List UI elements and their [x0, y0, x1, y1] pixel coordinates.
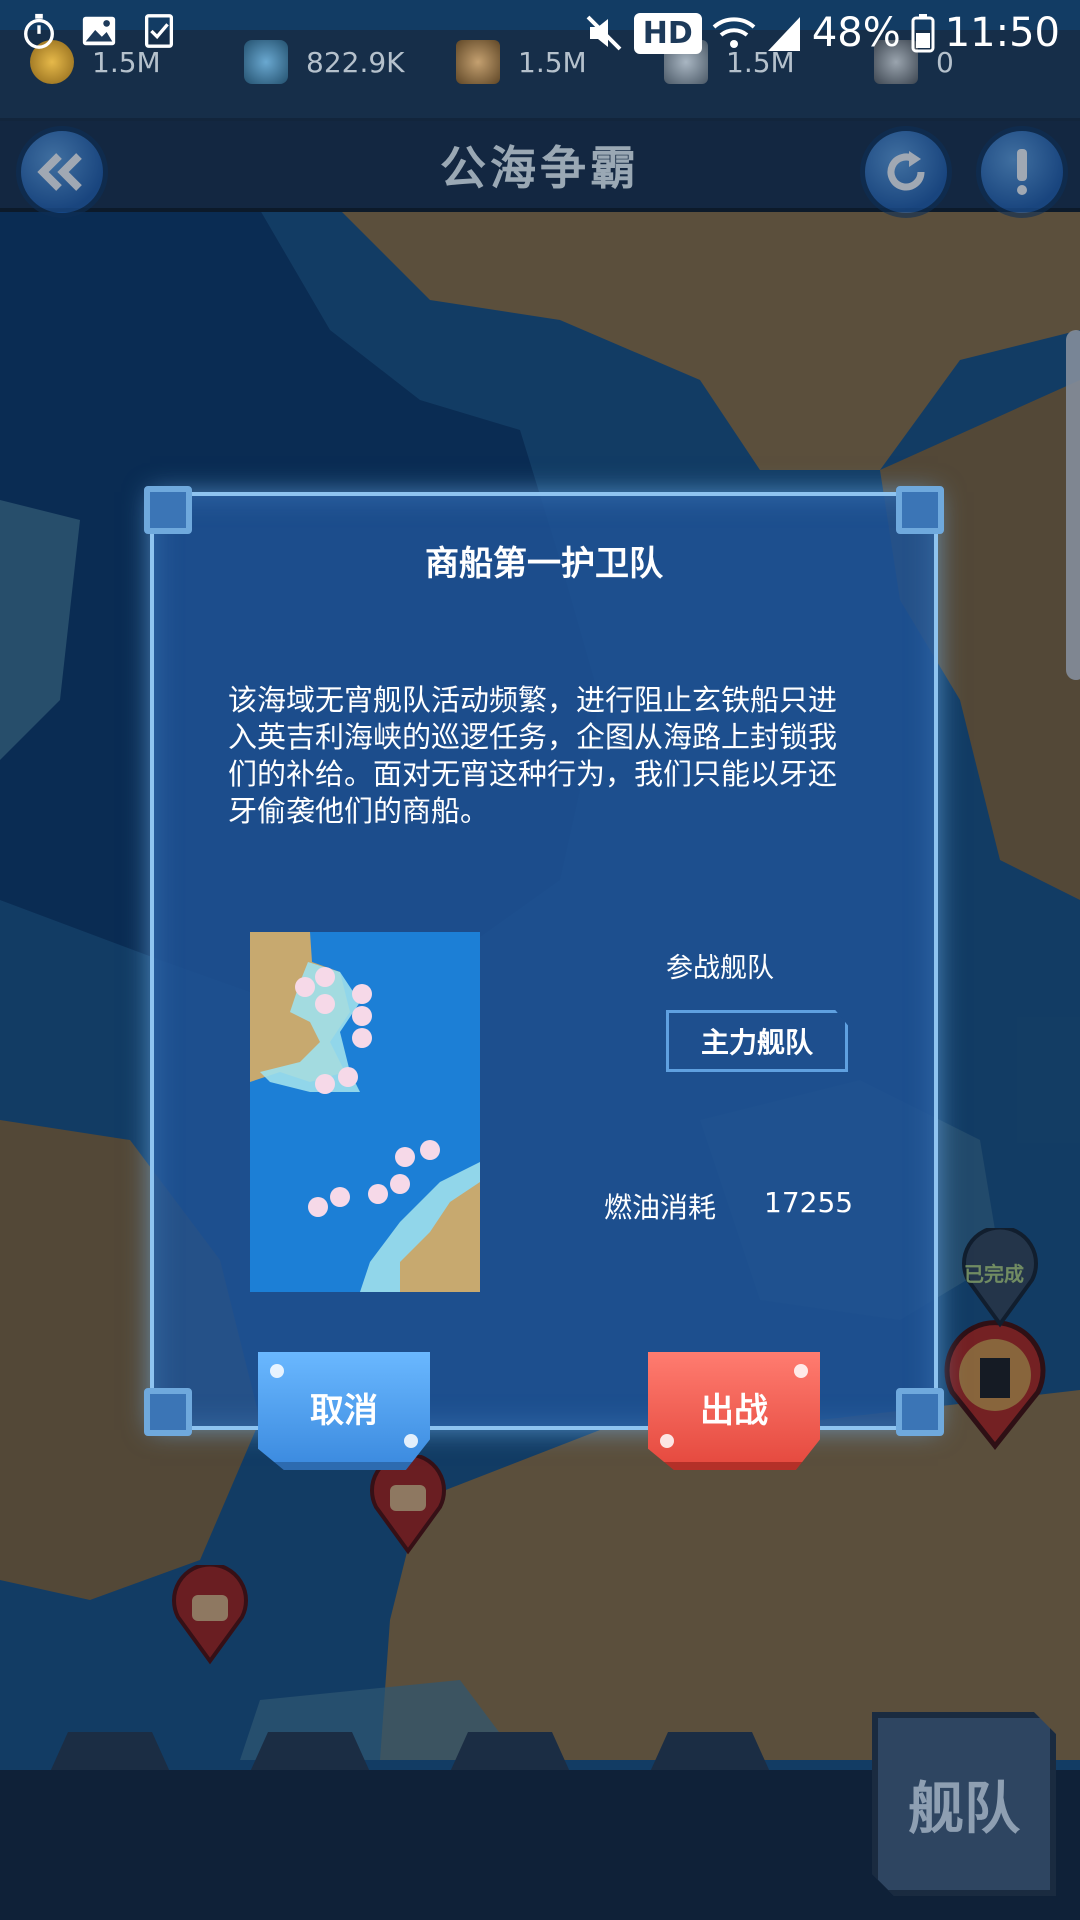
wifi-icon: [712, 17, 756, 48]
fleet-button-label: 舰队: [908, 1776, 1020, 1842]
sortie-label: 出战: [700, 1390, 768, 1431]
screw-icon: [660, 1434, 674, 1448]
mission-dialog: 商船第一护卫队 该海域无宵舰队活动频繁，进行阻止玄铁船只进入英吉利海峡的巡逻任务…: [144, 486, 944, 1436]
bottom-tab[interactable]: [450, 1732, 570, 1772]
bottom-tab[interactable]: [650, 1732, 770, 1772]
fleet-label: 参战舰队: [666, 953, 774, 984]
cancel-label: 取消: [310, 1390, 378, 1431]
task-icon: [144, 14, 174, 48]
dialog-corner: [144, 486, 192, 534]
exclamation-icon: [1017, 149, 1027, 195]
dialog-corner: [896, 486, 944, 534]
bottom-tab[interactable]: [250, 1732, 370, 1772]
refresh-icon: [887, 151, 925, 191]
cancel-button[interactable]: 取消: [258, 1352, 430, 1470]
battery-percent: 48%: [811, 10, 901, 56]
signal-icon: [767, 17, 800, 51]
fuel-cost-row: 燃油消耗 17255: [604, 1186, 853, 1226]
sortie-button[interactable]: 出战: [648, 1352, 820, 1470]
screw-icon: [404, 1434, 418, 1448]
status-bar: HD 48% 11:50: [0, 0, 1080, 72]
screw-icon: [270, 1364, 284, 1378]
screw-icon: [794, 1364, 808, 1378]
fleet-button[interactable]: 舰队: [872, 1712, 1056, 1896]
fuel-value: 17255: [764, 1186, 854, 1219]
gallery-icon: [82, 16, 116, 46]
dialog-corner: [896, 1388, 944, 1436]
dialog-title: 商船第一护卫队: [425, 544, 663, 584]
refresh-button[interactable]: [860, 126, 952, 218]
bottom-tab[interactable]: [50, 1732, 170, 1772]
info-button[interactable]: [976, 126, 1068, 218]
mute-icon: [586, 15, 622, 51]
fuel-label: 燃油消耗: [604, 1191, 717, 1224]
clock: 11:50: [944, 10, 1060, 56]
battery-icon: [911, 14, 935, 53]
title-bar: 公海争霸: [0, 118, 1080, 218]
stopwatch-icon: [24, 13, 54, 49]
fleet-select-button[interactable]: 主力舰队: [666, 1010, 848, 1072]
dialog-corner: [144, 1388, 192, 1436]
network-badge: HD: [633, 12, 702, 54]
mission-description: 该海域无宵舰队活动频繁，进行阻止玄铁船只进入英吉利海峡的巡逻任务，企图从海路上封…: [228, 683, 838, 828]
mission-minimap: [250, 932, 480, 1292]
